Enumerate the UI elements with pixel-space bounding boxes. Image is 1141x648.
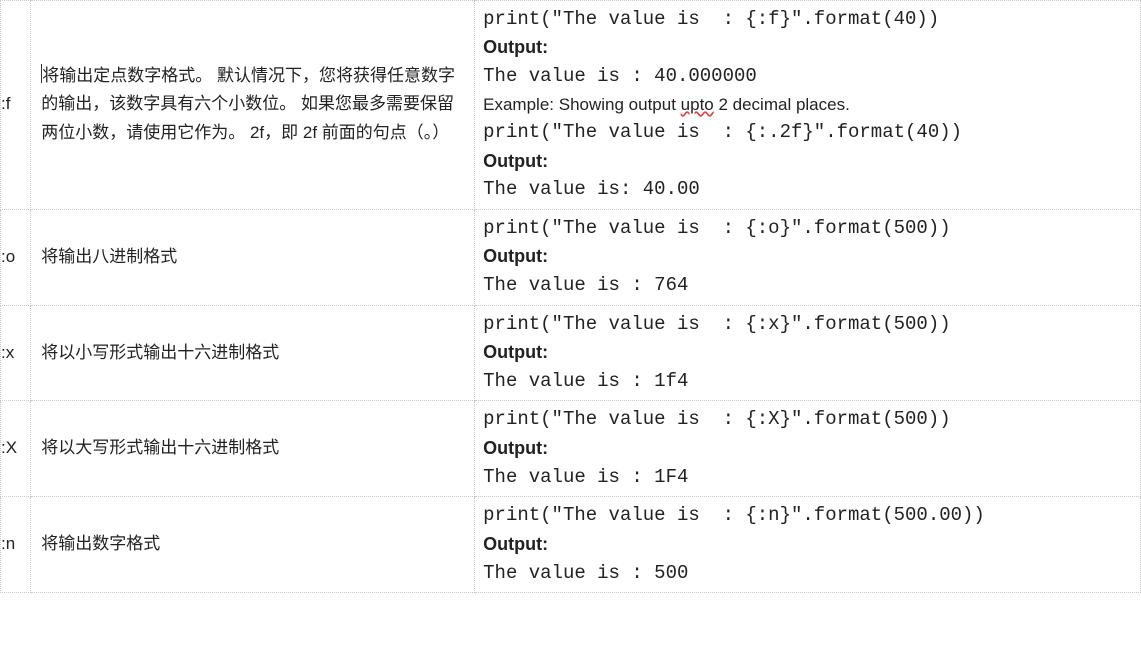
- output-label: Output:: [483, 435, 1132, 463]
- example-cell: print("The value is : {:n}".format(500.0…: [475, 497, 1141, 593]
- output-label: Output:: [483, 34, 1132, 62]
- spec-cell: :n: [1, 497, 31, 593]
- table-row: :x 将以小写形式输出十六进制格式 print("The value is : …: [1, 305, 1141, 401]
- table-row: :n 将输出数字格式 print("The value is : {:n}".f…: [1, 497, 1141, 593]
- example-note: Example: Showing output upto 2 decimal p…: [483, 92, 1132, 118]
- output-text: The value is : 40.000000: [483, 62, 1132, 91]
- desc-cell: 将以大写形式输出十六进制格式: [31, 401, 475, 497]
- desc-cell: 将以小写形式输出十六进制格式: [31, 305, 475, 401]
- output-label: Output:: [483, 339, 1132, 367]
- output-text: The value is : 500: [483, 559, 1132, 588]
- output-label: Output:: [483, 243, 1132, 271]
- example-cell: print("The value is : {:x}".format(500))…: [475, 305, 1141, 401]
- desc-cell: 将输出数字格式: [31, 497, 475, 593]
- spec-cell: :X: [1, 401, 31, 497]
- spec-cell: :o: [1, 209, 31, 305]
- example-cell: print("The value is : {:X}".format(500))…: [475, 401, 1141, 497]
- spellcheck-underline: upto: [681, 95, 714, 114]
- code-line: print("The value is : {:o}".format(500)): [483, 214, 1132, 243]
- desc-cell: 将输出定点数字格式。 默认情况下，您将获得任意数字的输出，该数字具有六个小数位。…: [31, 1, 475, 210]
- output-text: The value is : 1f4: [483, 367, 1132, 396]
- code-line: print("The value is : {:n}".format(500.0…: [483, 501, 1132, 530]
- spec-cell: :f: [1, 1, 31, 210]
- spec-cell: :x: [1, 305, 31, 401]
- example-cell: print("The value is : {:f}".format(40)) …: [475, 1, 1141, 210]
- output-label: Output:: [483, 148, 1132, 176]
- code-line: print("The value is : {:f}".format(40)): [483, 5, 1132, 34]
- code-line: print("The value is : {:x}".format(500)): [483, 310, 1132, 339]
- code-line: print("The value is : {:X}".format(500)): [483, 405, 1132, 434]
- output-text: The value is : 1F4: [483, 463, 1132, 492]
- output-text: The value is: 40.00: [483, 175, 1132, 204]
- format-spec-table: :f 将输出定点数字格式。 默认情况下，您将获得任意数字的输出，该数字具有六个小…: [0, 0, 1141, 593]
- table-row: :o 将输出八进制格式 print("The value is : {:o}".…: [1, 209, 1141, 305]
- output-label: Output:: [483, 531, 1132, 559]
- example-cell: print("The value is : {:o}".format(500))…: [475, 209, 1141, 305]
- desc-text: 将输出定点数字格式。 默认情况下，您将获得任意数字的输出，该数字具有六个小数位。…: [41, 66, 455, 143]
- table-row: :X 将以大写形式输出十六进制格式 print("The value is : …: [1, 401, 1141, 497]
- output-text: The value is : 764: [483, 271, 1132, 300]
- table-row: :f 将输出定点数字格式。 默认情况下，您将获得任意数字的输出，该数字具有六个小…: [1, 1, 1141, 210]
- code-line: print("The value is : {:.2f}".format(40)…: [483, 118, 1132, 147]
- desc-cell: 将输出八进制格式: [31, 209, 475, 305]
